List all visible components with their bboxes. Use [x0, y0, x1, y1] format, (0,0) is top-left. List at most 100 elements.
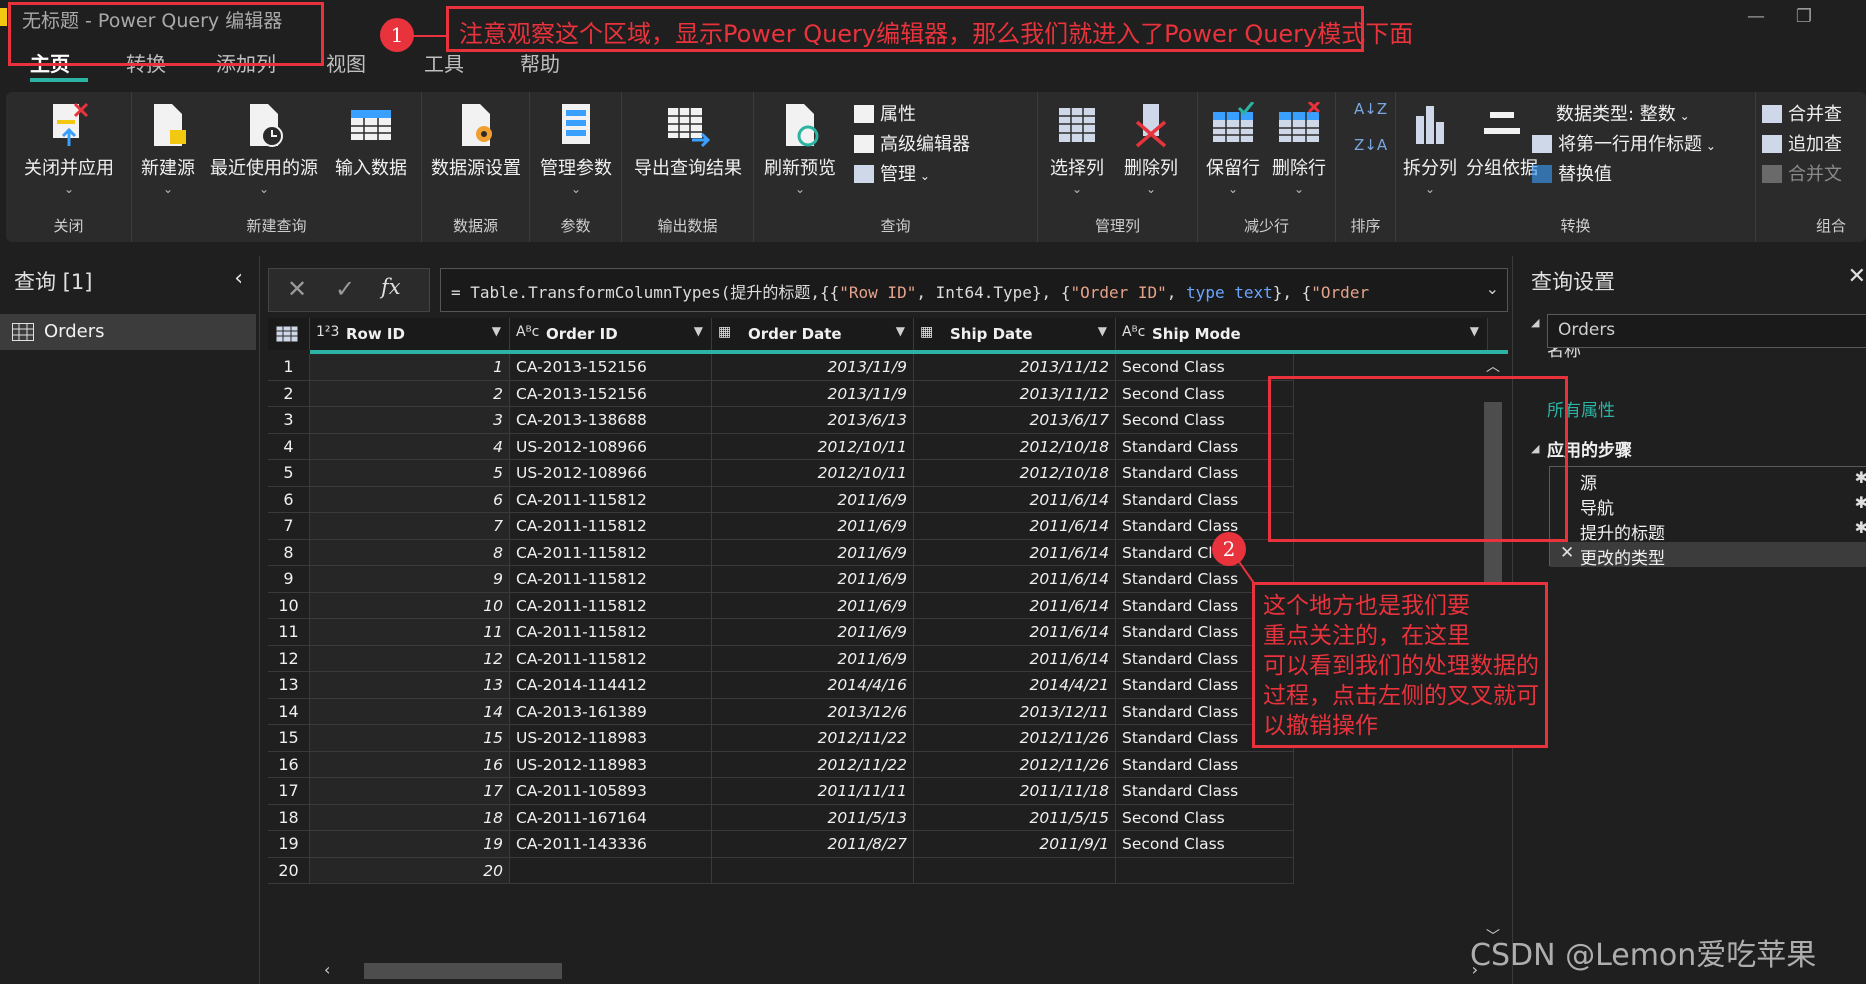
- filter-dropdown-icon[interactable]: ▼: [896, 324, 905, 338]
- table-cell[interactable]: 20: [310, 857, 510, 884]
- row-number[interactable]: 4: [268, 433, 310, 460]
- table-cell[interactable]: 3: [310, 407, 510, 434]
- table-cell[interactable]: 9: [310, 566, 510, 593]
- manage-params-button[interactable]: 管理参数 ⌄: [534, 102, 618, 196]
- table-cell[interactable]: 2011/6/14: [914, 539, 1116, 566]
- merge-queries-button[interactable]: 合并查: [1762, 100, 1842, 126]
- remove-columns-button[interactable]: 删除列 ⌄: [1114, 102, 1188, 196]
- chevron-down-icon[interactable]: ⌄: [1486, 279, 1499, 298]
- collapse-triangle-icon[interactable]: ◢: [1531, 316, 1539, 329]
- table-cell[interactable]: 2: [310, 380, 510, 407]
- restore-button[interactable]: ❐: [1784, 6, 1824, 30]
- row-number[interactable]: 19: [268, 831, 310, 858]
- horizontal-scroll-thumb[interactable]: [364, 963, 562, 979]
- scroll-left-icon[interactable]: ‹: [324, 960, 330, 979]
- refresh-preview-button[interactable]: 刷新预览 ⌄: [758, 102, 842, 196]
- table-cell[interactable]: Standard Class: [1116, 539, 1294, 566]
- table-cell[interactable]: US-2012-118983: [510, 751, 712, 778]
- table-cell[interactable]: 2013/11/12: [914, 354, 1116, 381]
- enter-data-button[interactable]: 输入数据: [330, 102, 412, 180]
- table-cell[interactable]: 2011/6/9: [712, 513, 914, 540]
- table-cell[interactable]: CA-2011-105893: [510, 778, 712, 805]
- table-cell[interactable]: CA-2014-114412: [510, 672, 712, 699]
- row-number[interactable]: 7: [268, 513, 310, 540]
- close-icon[interactable]: ✕: [1848, 264, 1866, 289]
- table-cell[interactable]: 2011/6/14: [914, 486, 1116, 513]
- properties-button[interactable]: 属性: [854, 100, 916, 126]
- tab-view[interactable]: 视图: [326, 48, 366, 77]
- column-header-row-id[interactable]: 1²3 Row ID ▼: [310, 318, 510, 350]
- table-cell[interactable]: 2012/11/26: [914, 725, 1116, 752]
- column-type-icon[interactable]: ▦: [920, 324, 933, 340]
- table-cell[interactable]: 2011/8/27: [712, 831, 914, 858]
- append-queries-button[interactable]: 追加查: [1762, 130, 1842, 156]
- row-number[interactable]: 5: [268, 460, 310, 487]
- table-cell[interactable]: 2011/11/11: [712, 778, 914, 805]
- advanced-editor-button[interactable]: 高级编辑器: [854, 130, 970, 156]
- column-header-ship-date[interactable]: ▦ Ship Date ▼: [914, 318, 1116, 350]
- table-cell[interactable]: 2011/6/14: [914, 619, 1116, 646]
- table-cell[interactable]: [510, 857, 712, 884]
- column-type-icon[interactable]: ▦: [718, 324, 731, 340]
- table-cell[interactable]: 6: [310, 486, 510, 513]
- row-number[interactable]: 15: [268, 725, 310, 752]
- table-cell[interactable]: CA-2013-152156: [510, 354, 712, 381]
- horizontal-scrollbar[interactable]: ‹ ›: [310, 960, 1482, 982]
- step-settings-icon[interactable]: ✱: [1855, 468, 1866, 487]
- row-number[interactable]: 6: [268, 486, 310, 513]
- filter-dropdown-icon[interactable]: ▼: [1098, 324, 1107, 338]
- table-cell[interactable]: 2011/6/14: [914, 513, 1116, 540]
- table-cell[interactable]: 2012/10/18: [914, 433, 1116, 460]
- table-cell[interactable]: 1: [310, 354, 510, 381]
- table-cell[interactable]: 2012/10/11: [712, 433, 914, 460]
- group-by-button[interactable]: 分组依据: [1462, 102, 1542, 180]
- first-row-header-button[interactable]: 将第一行用作标题 ⌄: [1532, 130, 1716, 156]
- scroll-up-icon[interactable]: ︿: [1486, 356, 1500, 376]
- table-cell[interactable]: CA-2011-115812: [510, 566, 712, 593]
- table-cell[interactable]: US-2012-118983: [510, 725, 712, 752]
- table-cell[interactable]: [1116, 857, 1294, 884]
- row-number[interactable]: 8: [268, 539, 310, 566]
- data-source-settings-button[interactable]: 数据源设置: [426, 102, 526, 180]
- table-cell[interactable]: 15: [310, 725, 510, 752]
- table-cell[interactable]: 2011/6/14: [914, 566, 1116, 593]
- row-number[interactable]: 12: [268, 645, 310, 672]
- delete-step-icon[interactable]: ✕: [1560, 543, 1574, 563]
- table-cell[interactable]: 2013/12/11: [914, 698, 1116, 725]
- table-cell[interactable]: US-2012-108966: [510, 460, 712, 487]
- table-cell[interactable]: Standard Class: [1116, 778, 1294, 805]
- filter-dropdown-icon[interactable]: ▼: [492, 324, 501, 338]
- tab-tools[interactable]: 工具: [424, 48, 464, 77]
- table-cell[interactable]: 2011/5/15: [914, 804, 1116, 831]
- minimize-button[interactable]: —: [1736, 6, 1776, 30]
- row-number[interactable]: 2: [268, 380, 310, 407]
- table-cell[interactable]: 2014/4/16: [712, 672, 914, 699]
- replace-values-button[interactable]: 替换值: [1532, 160, 1612, 186]
- row-number[interactable]: 11: [268, 619, 310, 646]
- applied-step[interactable]: 源 ✱: [1550, 467, 1866, 494]
- table-cell[interactable]: 2012/10/11: [712, 460, 914, 487]
- table-cell[interactable]: CA-2013-138688: [510, 407, 712, 434]
- table-cell[interactable]: 2011/11/18: [914, 778, 1116, 805]
- table-cell[interactable]: 12: [310, 645, 510, 672]
- confirm-formula-icon[interactable]: ✓: [335, 275, 355, 303]
- table-cell[interactable]: Second Class: [1116, 831, 1294, 858]
- table-cell[interactable]: 2013/6/13: [712, 407, 914, 434]
- table-cell[interactable]: 14: [310, 698, 510, 725]
- row-number[interactable]: 3: [268, 407, 310, 434]
- table-cell[interactable]: 4: [310, 433, 510, 460]
- table-cell[interactable]: 2011/6/14: [914, 645, 1116, 672]
- table-cell[interactable]: US-2012-108966: [510, 433, 712, 460]
- new-source-button[interactable]: 新建源 ⌄: [138, 102, 198, 196]
- table-cell[interactable]: CA-2013-161389: [510, 698, 712, 725]
- table-cell[interactable]: CA-2011-115812: [510, 486, 712, 513]
- table-cell[interactable]: 2012/11/22: [712, 725, 914, 752]
- data-type-dropdown[interactable]: 数据类型: 整数 ⌄: [1556, 100, 1690, 126]
- table-cell[interactable]: 17: [310, 778, 510, 805]
- tab-help[interactable]: 帮助: [520, 48, 560, 77]
- select-all-corner[interactable]: [268, 318, 310, 350]
- column-type-icon[interactable]: 1²3: [316, 324, 339, 340]
- table-cell[interactable]: CA-2011-167164: [510, 804, 712, 831]
- table-cell[interactable]: [712, 857, 914, 884]
- applied-step[interactable]: ✕ 更改的类型: [1550, 542, 1866, 569]
